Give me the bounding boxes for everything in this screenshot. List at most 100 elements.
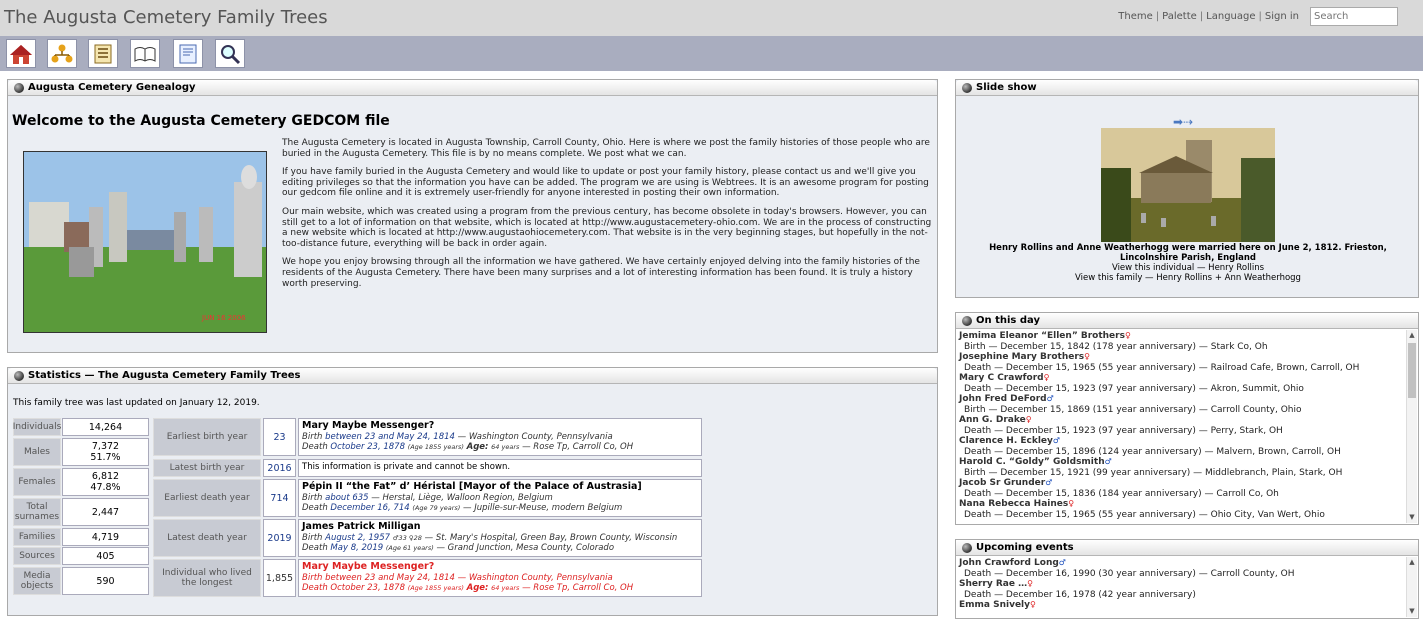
intro-text: The Augusta Cemetery is located in Augus…	[282, 138, 936, 297]
scrollbar[interactable]: ▲ ▼	[1406, 330, 1417, 523]
last-updated-text: This family tree was last updated on Jan…	[13, 398, 260, 408]
stat-label: Families	[13, 528, 61, 546]
sign-in-link[interactable]: Sign in	[1265, 11, 1299, 22]
fast-forward-icon[interactable]: ⇢	[1183, 115, 1193, 129]
stat-value[interactable]: 590	[62, 567, 149, 595]
list-item: Clarence H. Eckley♂ Death — December 15, …	[959, 436, 1341, 457]
extreme-individual[interactable]: Mary Maybe Messenger? Birth between 23 a…	[298, 418, 702, 456]
stat-label: Media objects	[13, 567, 61, 595]
female-icon: ♀	[1084, 352, 1090, 361]
female-icon: ♀	[1030, 600, 1036, 609]
list-icon[interactable]	[88, 39, 118, 68]
stat-label: Males	[13, 438, 61, 466]
view-individual-link[interactable]: View this individual — Henry Rollins	[964, 263, 1412, 273]
toggle-icon[interactable]	[14, 83, 24, 93]
list-item: Nana Rebecca Haines♀ Death — December 15,…	[959, 499, 1325, 520]
on-this-day-list: Jemima Eleanor “Ellen” Brothers♀ Birth — …	[959, 331, 1406, 520]
male-icon: ♂	[1104, 457, 1112, 466]
toggle-icon[interactable]	[14, 371, 24, 381]
slideshow-caption: Henry Rollins and Anne Weatherhogg were …	[964, 243, 1412, 283]
main-toolbar	[0, 36, 1423, 71]
list-item: Sherry Rae …♀ Death — December 16, 1978 (…	[959, 579, 1196, 600]
stat-value[interactable]: 2,447	[62, 498, 149, 526]
upcoming-events-list: John Crawford Long♂ Death — December 16, …	[959, 558, 1406, 611]
theme-link[interactable]: Theme	[1118, 11, 1153, 22]
next-arrow-icon[interactable]: ➡	[1173, 115, 1183, 129]
palette-link[interactable]: Palette	[1162, 11, 1197, 22]
family-tree-icon[interactable]	[47, 39, 77, 68]
stat-value[interactable]: 7,372 51.7%	[62, 438, 149, 466]
extreme-year[interactable]: 714	[263, 479, 296, 517]
stat-value[interactable]: 6,812 47.8%	[62, 468, 149, 496]
list-item: John Fred DeFord♂ Birth — December 15, 18…	[959, 394, 1302, 415]
upcoming-events-panel-header: Upcoming events	[956, 540, 1418, 556]
on-this-day-panel: On this day Jemima Eleanor “Ellen” Broth…	[955, 312, 1419, 525]
list-item: Mary C Crawford♀ Death — December 15, 192…	[959, 373, 1304, 394]
female-icon: ♀	[1025, 415, 1032, 424]
statistics-panel-header: Statistics — The Augusta Cemetery Family…	[8, 368, 937, 384]
cemetery-photo: JUN 16 2006	[23, 151, 267, 333]
scrollbar[interactable]: ▲ ▼	[1406, 557, 1417, 617]
search-input[interactable]	[1310, 7, 1398, 26]
female-icon: ♀	[1068, 499, 1075, 508]
extreme-year[interactable]: 2019	[263, 519, 296, 557]
slide-caption-text: Henry Rollins and Anne Weatherhogg were …	[989, 243, 1387, 263]
female-icon: ♀	[1027, 579, 1033, 588]
welcome-panel-header: Augusta Cemetery Genealogy	[8, 80, 937, 96]
toggle-icon[interactable]	[962, 83, 972, 93]
list-item: Jacob Sr Grunder♂ Death — December 15, 18…	[959, 478, 1279, 499]
list-item: Emma Snively♀	[959, 600, 1036, 610]
header: The Augusta Cemetery Family Trees Theme |…	[0, 0, 1423, 36]
slideshow-image[interactable]	[1101, 128, 1275, 242]
intro-paragraph: Our main website, which was created usin…	[282, 206, 932, 249]
male-icon: ♂	[1046, 394, 1054, 403]
extreme-label: Earliest birth year	[153, 418, 261, 456]
slideshow-controls: ➡⇢	[1173, 115, 1193, 129]
language-link[interactable]: Language	[1206, 11, 1255, 22]
list-item: John Crawford Long♂ Death — December 16, …	[959, 558, 1295, 579]
extreme-individual[interactable]: James Patrick Milligan Birth August 2, 1…	[298, 519, 702, 557]
extreme-label: Latest death year	[153, 519, 261, 557]
welcome-panel: Augusta Cemetery Genealogy Welcome to th…	[7, 79, 938, 353]
extreme-individual[interactable]: Pépin II “the Fat” d’ Héristal [Mayor of…	[298, 479, 702, 517]
stat-label: Sources	[13, 547, 61, 565]
toggle-icon[interactable]	[962, 543, 972, 553]
male-icon: ♂	[1045, 478, 1053, 487]
stat-value[interactable]: 4,719	[62, 528, 149, 546]
stat-label: Individuals	[13, 418, 61, 436]
list-item: Ann G. Drake♀ Death — December 15, 1923 (…	[959, 415, 1283, 436]
on-this-day-panel-header: On this day	[956, 313, 1418, 329]
stat-value[interactable]: 14,264	[62, 418, 149, 436]
female-icon: ♀	[1124, 331, 1131, 340]
intro-paragraph: We hope you enjoy browsing through all t…	[282, 257, 920, 289]
intro-paragraph: The Augusta Cemetery is located in Augus…	[282, 138, 930, 159]
report-icon[interactable]	[173, 39, 203, 68]
extreme-individual: This information is private and cannot b…	[298, 459, 702, 477]
search-icon[interactable]	[215, 39, 245, 68]
extreme-year[interactable]: 2016	[263, 459, 296, 477]
list-item: Jemima Eleanor “Ellen” Brothers♀ Birth — …	[959, 331, 1268, 352]
extreme-individual[interactable]: Mary Maybe Messenger? Birth between 23 a…	[298, 559, 702, 597]
extreme-label: Individual who lived the longest	[153, 559, 261, 597]
male-icon: ♂	[1052, 436, 1061, 445]
statistics-panel: Statistics — The Augusta Cemetery Family…	[7, 367, 938, 616]
stat-label: Total surnames	[13, 498, 61, 526]
toggle-icon[interactable]	[962, 316, 972, 326]
home-icon[interactable]	[6, 39, 36, 68]
stat-label: Females	[13, 468, 61, 496]
male-icon: ♂	[1058, 558, 1066, 567]
slideshow-panel-header: Slide show	[956, 80, 1418, 96]
upcoming-events-panel: Upcoming events John Crawford Long♂ Death…	[955, 539, 1419, 619]
intro-paragraph: If you have family buried in the Augusta…	[282, 167, 929, 199]
book-icon[interactable]	[130, 39, 160, 68]
list-item: Josephine Mary Brothers♀ Death — December…	[959, 352, 1360, 373]
female-icon: ♀	[1043, 373, 1050, 382]
extreme-year: 1,855	[263, 559, 296, 597]
extreme-year[interactable]: 23	[263, 418, 296, 456]
extreme-label: Earliest death year	[153, 479, 261, 517]
site-title[interactable]: The Augusta Cemetery Family Trees	[4, 7, 328, 28]
slideshow-panel: Slide show ➡⇢ Henry Rollins and Anne Wea…	[955, 79, 1419, 298]
stat-value[interactable]: 405	[62, 547, 149, 565]
list-item: Harold C. “Goldy” Goldsmith♂ Birth — Dece…	[959, 457, 1343, 478]
view-family-link[interactable]: View this family — Henry Rollins + Ann W…	[964, 273, 1412, 283]
